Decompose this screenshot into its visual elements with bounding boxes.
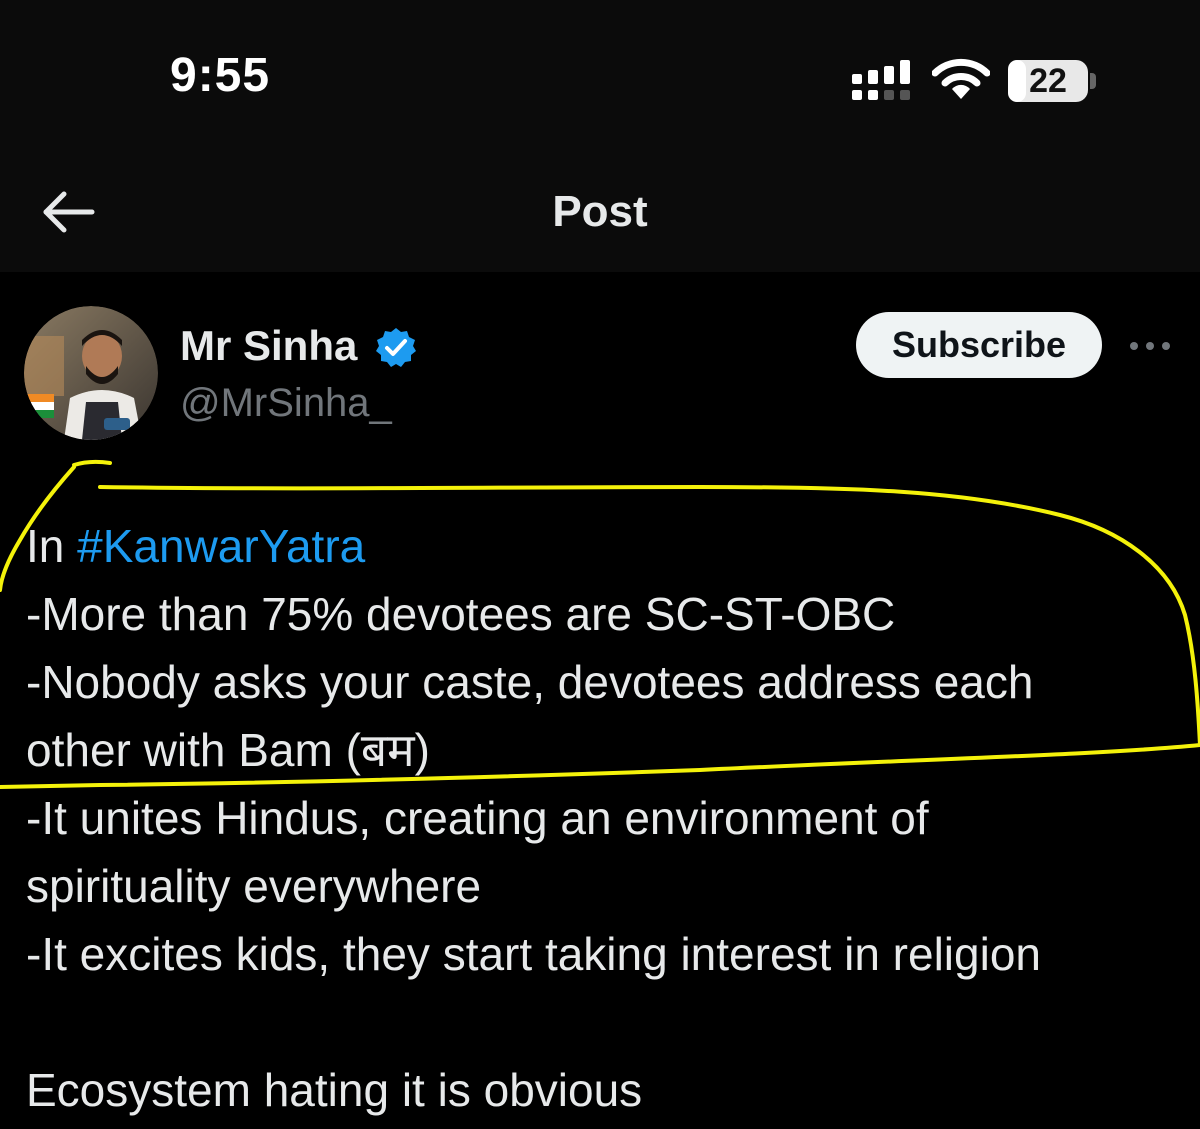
post-line: -More than 75% devotees are SC-ST-OBC bbox=[26, 588, 896, 640]
battery-tip bbox=[1090, 73, 1096, 89]
post-line: -It excites kids, they start taking inte… bbox=[26, 928, 1041, 980]
subscribe-button[interactable]: Subscribe bbox=[856, 312, 1102, 378]
author-name[interactable]: Mr Sinha bbox=[180, 322, 357, 370]
battery-icon: 22 bbox=[1008, 60, 1088, 102]
post-line: -It unites Hindus, creating an environme… bbox=[26, 792, 929, 844]
post-text: In #KanwarYatra -More than 75% devotees … bbox=[26, 512, 1186, 1124]
verified-badge-icon bbox=[376, 328, 416, 367]
status-time: 9:55 bbox=[170, 49, 271, 102]
author-handle[interactable]: @MrSinha_ bbox=[180, 380, 392, 426]
battery-percent: 22 bbox=[1029, 62, 1067, 100]
post-line: In #KanwarYatra bbox=[26, 512, 1186, 580]
top-bar: 9:55 22 Post bbox=[0, 0, 1200, 272]
post-text-prefix: In bbox=[26, 520, 78, 572]
wifi-icon bbox=[932, 58, 990, 99]
battery-level bbox=[1008, 60, 1026, 102]
author-avatar[interactable] bbox=[24, 306, 158, 440]
hashtag-link[interactable]: #KanwarYatra bbox=[77, 520, 365, 572]
signal-icon bbox=[852, 60, 910, 100]
more-horizontal-icon[interactable] bbox=[1128, 336, 1172, 356]
page-title: Post bbox=[552, 187, 648, 236]
post-line: -Nobody asks your caste, devotees addres… bbox=[26, 656, 1034, 708]
post-line: Ecosystem hating it is obvious bbox=[26, 1064, 643, 1116]
post-line: spirituality everywhere bbox=[26, 860, 482, 912]
post-line: other with Bam (बम) bbox=[26, 724, 430, 776]
